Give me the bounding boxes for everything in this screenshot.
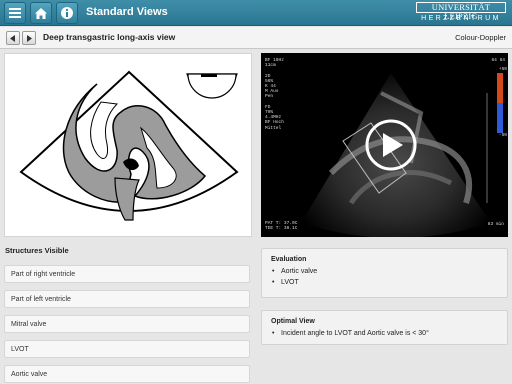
view-header: Deep transgastric long-axis view Colour-… (0, 27, 512, 49)
view-diagram (4, 53, 252, 237)
evaluation-panel: Evaluation Aortic valve LVOT (261, 248, 508, 298)
echo-settings-overlay: BF 19Hz 11cm 2D 56% K 44 M Aus Pen FD 70% 4.4M… (265, 58, 284, 131)
heart-diagram-illustration (19, 70, 239, 221)
menu-icon (9, 8, 21, 18)
structure-item[interactable]: Part of left ventricle (4, 290, 250, 308)
logo-line-1: UNIVERSITÄT LEIPZIG (416, 2, 506, 21)
page-title: Standard Views (86, 6, 168, 18)
previous-view-button[interactable] (6, 31, 20, 45)
home-button[interactable] (30, 2, 52, 24)
optimal-view-title: Optimal View (271, 318, 315, 325)
scale-max: +50 (498, 67, 507, 72)
mode-label: Colour-Doppler (455, 33, 506, 42)
structure-item[interactable]: Aortic valve (4, 365, 250, 383)
menu-button[interactable] (4, 2, 26, 24)
echo-frame-rate: 64 64 (491, 58, 505, 63)
scale-min: -50 (498, 133, 507, 138)
temperature-overlay: PAT T: 37.0C TEE T: 38.1C (265, 220, 298, 231)
structure-item[interactable]: Mitral valve (4, 315, 250, 333)
chevron-right-icon (27, 34, 32, 42)
evaluation-title: Evaluation (271, 256, 307, 263)
chevron-left-icon (10, 34, 15, 42)
next-view-button[interactable] (22, 31, 36, 45)
structure-item[interactable]: LVOT (4, 340, 250, 358)
info-icon (61, 7, 73, 19)
university-logo: UNIVERSITÄT LEIPZIG HERZZENTRUM (416, 2, 506, 24)
time-overlay: 83 min (487, 222, 504, 227)
optimal-view-panel: Optimal View Incident angle to LVOT and … (261, 310, 508, 345)
logo-line-2: HERZZENTRUM (421, 15, 501, 22)
structures-title: Structures Visible (5, 246, 69, 255)
optimal-view-item: Incident angle to LVOT and Aortic valve … (271, 328, 498, 339)
top-bar: Standard Views UNIVERSITÄT LEIPZIG HERZZ… (0, 0, 512, 26)
info-button[interactable] (56, 2, 78, 24)
evaluation-item: Aortic valve (271, 266, 498, 277)
echo-image (301, 73, 503, 237)
view-name: Deep transgastric long-axis view (43, 32, 176, 42)
home-icon (35, 7, 47, 19)
evaluation-item: LVOT (271, 277, 498, 288)
echo-video[interactable]: BF 19Hz 11cm 2D 56% K 44 M Aus Pen FD 70% 4.4M… (261, 53, 508, 237)
structure-item[interactable]: Part of right ventricle (4, 265, 250, 283)
